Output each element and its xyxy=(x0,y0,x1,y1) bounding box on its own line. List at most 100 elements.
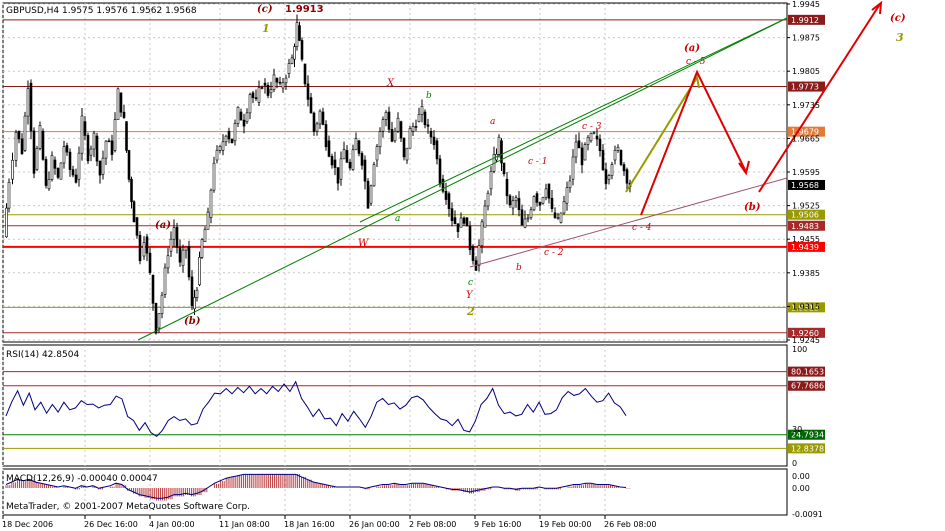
candle-body xyxy=(83,121,87,136)
candle-body xyxy=(508,195,512,206)
lower-trendline[interactable] xyxy=(469,177,788,268)
candle-body xyxy=(489,170,493,190)
candle-body xyxy=(312,112,316,132)
wave-label-c2: c - 2 xyxy=(544,248,564,258)
candle-body xyxy=(157,313,161,329)
candle-body xyxy=(523,218,527,228)
candle-body xyxy=(607,175,611,180)
candle-body xyxy=(619,150,623,165)
candle-body xyxy=(269,89,273,94)
candle-body xyxy=(132,201,136,223)
candle-body xyxy=(574,141,578,158)
candle-body xyxy=(98,160,102,176)
price-tick-label: 1.9735 xyxy=(792,101,820,110)
candle-body xyxy=(44,159,48,186)
candle-body xyxy=(571,156,575,180)
candle-body xyxy=(396,117,400,132)
symbol-header: GBPUSD,H4 1.9575 1.9576 1.9562 1.9568 xyxy=(6,6,197,16)
candle-body xyxy=(65,145,69,153)
candle-body xyxy=(502,162,506,175)
candle-body xyxy=(242,119,246,127)
candle-body xyxy=(444,191,448,200)
candle-body xyxy=(200,239,204,258)
price-tick-label: 1.9525 xyxy=(792,202,820,211)
rsi-header: RSI(14) 42.8504 xyxy=(6,350,79,360)
wave-label-c3: c - 3 xyxy=(582,122,602,132)
candle-body xyxy=(535,193,539,203)
candle-body xyxy=(589,133,593,142)
candlesticks xyxy=(5,14,632,335)
wave-label-c-green: c xyxy=(468,278,473,288)
price-tick-label: 1.9875 xyxy=(792,34,820,43)
candle-body xyxy=(295,22,299,48)
wave-label-c-top: (c) xyxy=(257,4,273,15)
candle-body xyxy=(333,159,337,168)
macd-tick-label: 0.00 xyxy=(792,484,810,493)
candle-body xyxy=(290,57,294,64)
rsi-tick-label: 30 xyxy=(792,425,802,434)
candle-body xyxy=(138,235,142,261)
candle-body xyxy=(89,148,93,156)
candle-body xyxy=(104,140,108,159)
candle-body xyxy=(390,129,394,142)
candle-body xyxy=(393,130,397,142)
candle-body xyxy=(130,178,133,202)
candle-body xyxy=(187,246,191,278)
candle-body xyxy=(345,150,349,163)
candle-body xyxy=(127,150,131,180)
level-price-label: 1.9773 xyxy=(791,83,819,92)
candle-body xyxy=(5,207,8,238)
wave-label-y: Y xyxy=(466,290,474,301)
candle-body xyxy=(330,156,334,166)
candle-body xyxy=(417,114,421,122)
candle-body xyxy=(281,82,285,89)
candle-body xyxy=(447,193,451,209)
candle-body xyxy=(248,94,252,114)
candle-body xyxy=(622,164,626,172)
copyright-text: MetaTrader, © 2001-2007 MetaQuotes Softw… xyxy=(6,502,250,512)
candle-body xyxy=(41,130,45,160)
candle-body xyxy=(193,297,196,310)
candle-body xyxy=(50,155,54,180)
candle-body xyxy=(62,146,66,164)
wave-label-c5: c - 5 xyxy=(686,57,706,67)
candle-body xyxy=(426,124,430,127)
candle-body xyxy=(625,169,629,184)
candle-body xyxy=(175,226,179,248)
rsi-tick-label: 0 xyxy=(792,459,797,468)
candle-body xyxy=(565,187,569,204)
price-axis: 1.9945 1.9875 1.9805 1.9735 1.9665 1.9595 1.95… xyxy=(787,0,820,345)
macd-tick-label: -0.0091 xyxy=(792,510,823,519)
candle-body xyxy=(544,188,548,198)
candle-body xyxy=(351,149,355,170)
candle-body xyxy=(414,126,418,128)
rsi-level-label: 80.1653 xyxy=(791,368,824,377)
candle-body xyxy=(604,169,608,184)
candle-body xyxy=(387,111,391,130)
candle-body xyxy=(74,174,78,183)
candle-body xyxy=(215,150,219,161)
candle-body xyxy=(360,153,364,166)
wave-label-1: 1 xyxy=(262,22,270,35)
candle-body xyxy=(465,217,469,227)
candle-body xyxy=(278,81,282,84)
time-tick-label: 11 Jan 08:00 xyxy=(219,520,270,529)
candle-body xyxy=(32,130,36,174)
candle-body xyxy=(110,140,114,155)
candle-body xyxy=(568,180,572,189)
candle-body xyxy=(456,223,460,232)
candle-body xyxy=(580,147,584,166)
wave-label-2: 2 xyxy=(466,305,475,318)
candle-body xyxy=(372,164,376,187)
candle-body xyxy=(230,138,234,144)
candle-body xyxy=(101,157,105,175)
candle-body xyxy=(116,88,120,120)
candle-body xyxy=(408,128,412,149)
metatrader-chart: 1.99121.97731.96791.95681.95061.94831.94… xyxy=(2,0,906,529)
candle-body xyxy=(35,148,39,170)
candle-body xyxy=(399,121,403,139)
time-tick-label: 26 Jan 00:00 xyxy=(349,520,400,529)
candle-body xyxy=(190,276,194,307)
candle-body xyxy=(212,162,216,191)
candle-body xyxy=(195,289,199,298)
